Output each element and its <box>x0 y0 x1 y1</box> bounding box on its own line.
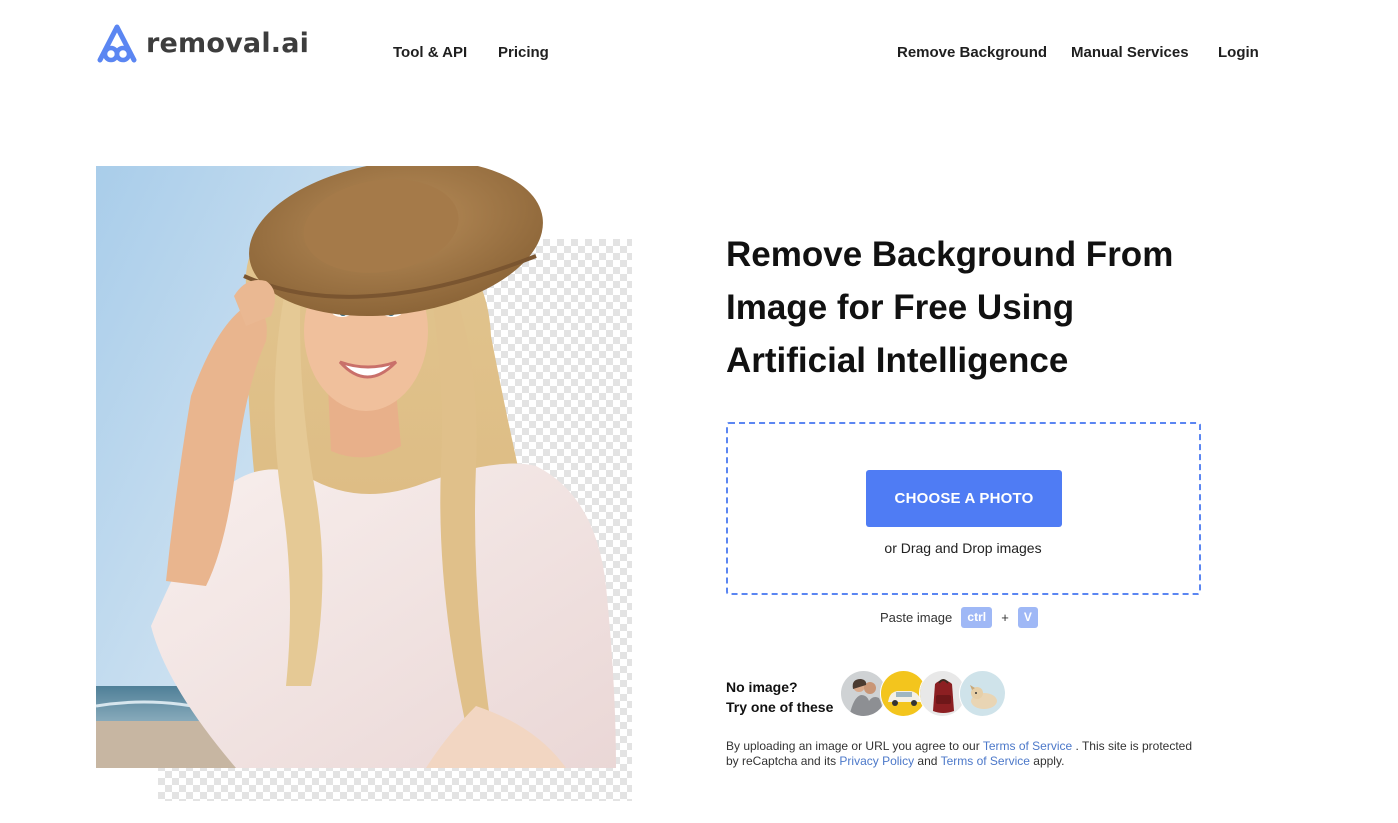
nav-manual-services[interactable]: Manual Services <box>1071 44 1189 62</box>
paste-hint: Paste image ctrl + V <box>880 606 1038 628</box>
ctrl-key-badge: ctrl <box>961 606 993 628</box>
hero-image-area <box>96 166 636 806</box>
sample-label-line-1: No image? <box>726 679 798 695</box>
drag-drop-hint: or Drag and Drop images <box>884 540 1042 556</box>
sample-dog-thumbnail[interactable] <box>959 670 1006 717</box>
terms-of-service-link[interactable]: Terms of Service <box>983 739 1072 753</box>
hero-photo <box>96 166 616 768</box>
nav-pricing[interactable]: Pricing <box>498 44 549 62</box>
page-title-line-2: Image for Free Using <box>726 288 1075 327</box>
logo[interactable]: removal.ai <box>95 22 309 66</box>
page-title: Remove Background From Image for Free Us… <box>726 228 1246 387</box>
choose-photo-button[interactable]: CHOOSE A PHOTO <box>866 470 1062 527</box>
legal-disclaimer: By uploading an image or URL you agree t… <box>726 739 1206 769</box>
nav-remove-background[interactable]: Remove Background <box>897 44 1047 62</box>
site-header: removal.ai Tool & API Pricing Remove Bac… <box>0 0 1398 100</box>
nav-login[interactable]: Login <box>1218 44 1259 62</box>
legal-text-1: By uploading an image or URL you agree t… <box>726 739 983 753</box>
legal-text-3: and <box>914 754 941 768</box>
plus-sign: + <box>1001 609 1009 625</box>
dog-photo-icon <box>960 671 1005 716</box>
paste-label: Paste image <box>880 609 953 625</box>
privacy-policy-link[interactable]: Privacy Policy <box>839 754 914 768</box>
logo-text: removal.ai <box>146 27 310 59</box>
page-title-line-1: Remove Background From <box>726 235 1174 274</box>
v-key-badge: V <box>1017 606 1038 628</box>
legal-text-4: apply. <box>1029 754 1065 768</box>
removal-logo-icon <box>97 24 137 63</box>
sample-images <box>840 670 1010 718</box>
nav-tool-api[interactable]: Tool & API <box>393 44 467 62</box>
page-title-line-3: Artificial Intelligence <box>726 341 1069 380</box>
sample-label-line-2: Try one of these <box>726 699 834 715</box>
terms-of-service-link-2[interactable]: Terms of Service <box>941 754 1030 768</box>
sample-images-label: No image? Try one of these <box>726 677 833 717</box>
upload-dropzone[interactable]: CHOOSE A PHOTO or Drag and Drop images <box>726 422 1201 595</box>
